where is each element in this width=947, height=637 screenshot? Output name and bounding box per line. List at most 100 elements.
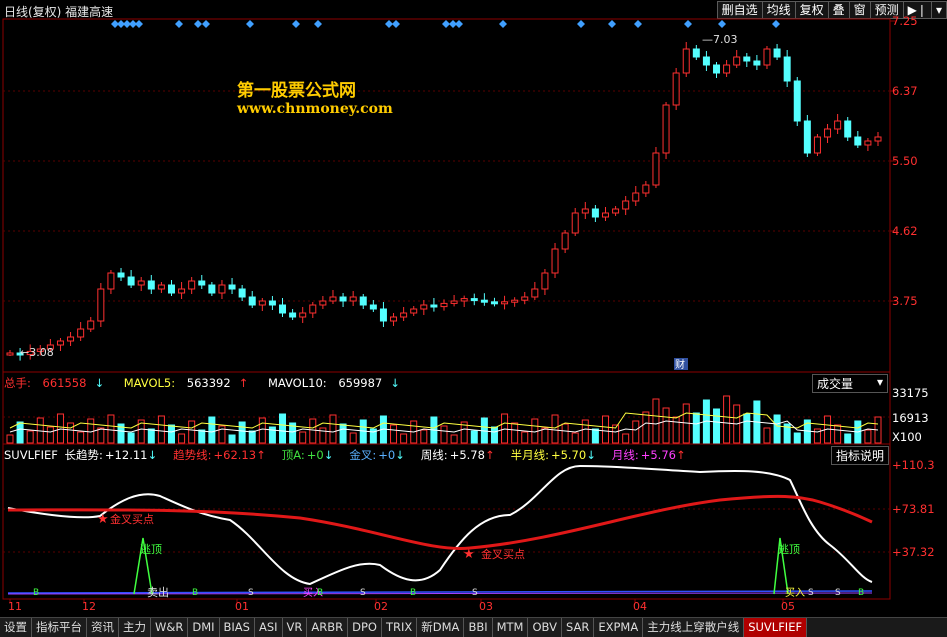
candle-body — [379, 308, 387, 322]
candle-body — [400, 312, 408, 318]
volume-bar — [97, 427, 105, 444]
tab--[interactable]: 主力线上穿散户线 — [643, 618, 745, 637]
bs-marker: B — [33, 588, 39, 598]
signal-diamond-icon — [455, 20, 463, 28]
tab-suvlfief[interactable]: SUVLFIEF — [744, 618, 808, 637]
volume-bar — [157, 415, 165, 444]
volume-bar — [622, 433, 630, 444]
buy-star-1-icon: ★ — [97, 512, 109, 527]
price-panel-frame — [2, 18, 891, 373]
date-label: 03 — [479, 600, 493, 613]
volume-bar — [198, 429, 206, 444]
date-label: 11 — [8, 600, 22, 613]
candle-body — [783, 56, 791, 82]
indicator-value-6: 月线: +5.76↑ — [611, 448, 686, 462]
signal-diamond-icon — [392, 20, 400, 28]
volume-bar — [127, 432, 135, 444]
indicator-value-0: 长趋势: +12.11↓ — [64, 448, 158, 462]
candle-body — [329, 296, 337, 302]
tab-w-r[interactable]: W&R — [151, 618, 189, 637]
candle-body — [571, 212, 579, 234]
tab-mtm[interactable]: MTM — [492, 618, 529, 637]
indicator-value-3: 金叉: +0↓ — [349, 448, 405, 462]
candle-body — [319, 300, 327, 306]
candle-body — [753, 60, 761, 66]
candle-body — [692, 48, 700, 58]
tab-expma[interactable]: EXPMA — [594, 618, 644, 637]
tab--[interactable]: 指标平台 — [32, 618, 87, 637]
candle-body — [501, 301, 509, 305]
escape-top-label-2: 逃顶 — [778, 543, 800, 556]
tab--[interactable]: 资讯 — [87, 618, 119, 637]
kline-chart[interactable]: —7.03 ←3.08 财 ★ 金叉买点 ★ 金叉买点 逃顶 逃顶 卖出 买入 … — [0, 0, 947, 636]
candle-body — [420, 304, 428, 310]
volume-bar — [743, 413, 751, 444]
indicator-lines — [7, 464, 873, 595]
volume-bar — [672, 416, 680, 444]
tab-asi[interactable]: ASI — [254, 618, 283, 637]
volume-bar — [601, 415, 609, 444]
candle-body — [864, 140, 872, 146]
volume-indicator-select[interactable]: 成交量 ▾ — [812, 374, 888, 393]
tab--dma[interactable]: 新DMA — [417, 618, 465, 637]
volume-bar — [390, 424, 398, 444]
golden-cross-label-1: 金叉买点 — [110, 512, 154, 526]
volume-bar — [228, 434, 236, 444]
candle-body — [672, 72, 680, 106]
candle-body — [612, 208, 620, 214]
candle-body — [450, 300, 458, 304]
candle-body — [662, 104, 670, 154]
candle-body — [713, 64, 721, 74]
indicator-name: SUVLFIEF — [4, 448, 58, 462]
candle-body — [167, 284, 175, 294]
candle-body — [581, 208, 589, 214]
candle-body — [87, 320, 95, 330]
candle-body — [743, 56, 751, 62]
date-axis: 11 12 01 02 03 04 05 — [8, 599, 795, 613]
indicator-help-button[interactable]: 指标说明 — [831, 446, 890, 465]
candle-body — [157, 284, 165, 290]
volume-bar — [6, 434, 14, 444]
total-volume-label: 总手: 661558 ↓ — [4, 376, 105, 390]
volume-axis-label: 16913 — [892, 411, 929, 425]
tab-dmi[interactable]: DMI — [188, 618, 220, 637]
signal-diamond-icon — [385, 20, 393, 28]
candle-body — [117, 272, 125, 278]
signal-diamond-icon — [499, 20, 507, 28]
date-label: 12 — [82, 600, 96, 613]
tab--[interactable]: 主力 — [119, 618, 151, 637]
candle-body — [97, 288, 105, 322]
volume-bar — [662, 407, 670, 444]
signal-diamond-icon — [772, 20, 780, 28]
tab--[interactable]: 设置 — [0, 618, 32, 637]
volume-bars — [6, 395, 882, 444]
volume-axis-label: X100 — [892, 430, 922, 444]
tab-bias[interactable]: BIAS — [219, 618, 255, 637]
candle-body — [490, 301, 498, 305]
price-axis-label: 7.25 — [892, 14, 918, 28]
candle-body — [228, 284, 236, 290]
candle-body — [824, 128, 832, 138]
indicator-axis-label: +73.81 — [892, 502, 935, 516]
candle-body — [521, 296, 529, 301]
candle-body — [642, 184, 650, 194]
volume-bar — [258, 417, 266, 444]
tab-sar[interactable]: SAR — [561, 618, 595, 637]
volume-bar — [591, 428, 599, 444]
candle-body — [763, 48, 771, 66]
candle-body — [430, 304, 438, 308]
tab-arbr[interactable]: ARBR — [307, 618, 349, 637]
tab-dpo[interactable]: DPO — [348, 618, 382, 637]
finance-marker[interactable]: 财 — [675, 358, 685, 371]
indicator-info: SUVLFIEF 长趋势: +12.11↓ 趋势线: +62.13↑ 顶A: +0↓ 金叉:… — [4, 447, 710, 463]
price-axis-label: 5.50 — [892, 154, 918, 168]
escape-top-label-1: 逃顶 — [140, 543, 162, 556]
volume-bar — [67, 422, 75, 444]
tab-obv[interactable]: OBV — [528, 618, 562, 637]
bs-marker: S — [360, 588, 366, 598]
tab-vr[interactable]: VR — [282, 618, 308, 637]
tab-bbi[interactable]: BBI — [464, 618, 493, 637]
volume-bar — [309, 418, 317, 444]
volume-bar — [26, 430, 34, 444]
tab-trix[interactable]: TRIX — [381, 618, 418, 637]
